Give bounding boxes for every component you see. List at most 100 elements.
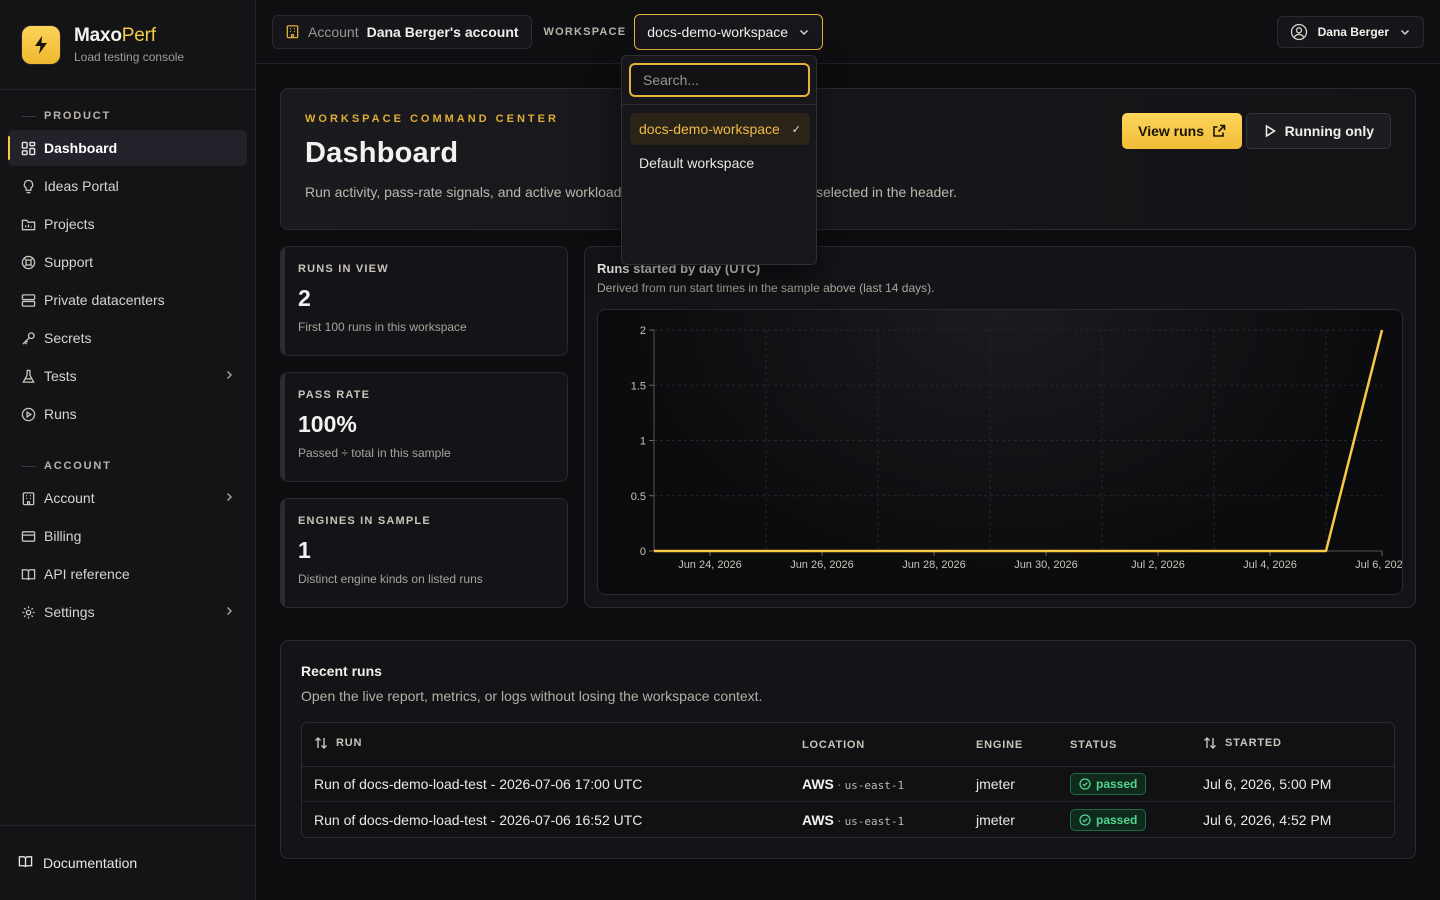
product-section: PRODUCT Dashboard Ideas Portal Projects … (0, 108, 255, 432)
stat-value: 2 (298, 285, 311, 311)
folder-icon (20, 216, 36, 232)
flask-icon (20, 368, 36, 384)
column-run[interactable]: RUN (302, 723, 790, 767)
table-header-row: RUN LOCATION ENGINE STATUS STARTED (302, 723, 1394, 767)
run-status: passed (1058, 767, 1191, 802)
recent-runs-title: Recent runs (301, 663, 382, 679)
running-only-button[interactable]: Running only (1245, 113, 1391, 149)
sidebar-item-label: Account (44, 490, 95, 506)
stat-note: Passed ÷ total in this sample (298, 446, 451, 460)
account-heading: ACCOUNT (0, 458, 255, 474)
chevron-right-icon (223, 604, 235, 620)
y-tick-label: 0.5 (631, 491, 646, 503)
chart-area: 0 0.5 1 1.5 2 Jun 24, 2026 Jun 26, 2026 Jun 28,… (597, 309, 1409, 595)
stat-value: 100% (298, 411, 357, 437)
column-started[interactable]: STARTED (1191, 723, 1394, 767)
run-name[interactable]: Run of docs-demo-load-test - 2026-07-06 … (302, 802, 790, 837)
brand[interactable]: MaxoPerf Load testing console (0, 0, 255, 90)
account-value: Dana Berger's account (366, 23, 519, 40)
x-tick-label: Jun 26, 2026 (790, 559, 854, 571)
documentation-label: Documentation (43, 855, 138, 871)
y-tick-label: 1 (640, 436, 646, 448)
sidebar-item-label: Runs (44, 406, 77, 422)
recent-runs-subtitle: Open the live report, metrics, or logs w… (301, 688, 763, 704)
option-label: docs-demo-workspace (639, 121, 780, 137)
play-circle-icon (20, 406, 36, 422)
workspace-value: docs-demo-workspace (647, 23, 789, 40)
user-menu[interactable]: Dana Berger (1276, 15, 1424, 48)
sidebar-item-runs[interactable]: Runs (8, 396, 247, 432)
stat-value: 1 (298, 537, 311, 563)
account-label: Account (308, 23, 359, 40)
sidebar-item-support[interactable]: Support (8, 244, 247, 280)
y-tick-label: 1.5 (631, 380, 646, 392)
run-started: Jul 6, 2026, 4:52 PM (1203, 811, 1332, 828)
sidebar-item-private-datacenters[interactable]: Private datacenters (8, 282, 247, 318)
account-switcher[interactable]: Account Dana Berger's account (272, 14, 532, 49)
status-badge: passed (1070, 808, 1147, 831)
sidebar-item-ideas-portal[interactable]: Ideas Portal (8, 168, 247, 204)
sidebar-item-label: Ideas Portal (44, 178, 119, 194)
runs-line-chart: 0 0.5 1 1.5 2 Jun 24, 2026 Jun 26, 2026 Jun 28,… (631, 325, 1409, 571)
workspace-label: WORKSPACE (543, 25, 627, 38)
sort-icon (1204, 737, 1216, 749)
run-engine: jmeter (964, 767, 1058, 802)
workspace-select[interactable]: docs-demo-workspace (634, 13, 824, 50)
x-tick-label: Jun 30, 2026 (1014, 559, 1078, 571)
y-tick-label: 2 (640, 325, 646, 337)
book-icon (20, 566, 36, 582)
sidebar-item-secrets[interactable]: Secrets (8, 320, 247, 356)
option-label: Default workspace (639, 155, 755, 171)
stat-label: PASS RATE (298, 389, 371, 401)
documentation-link[interactable]: Documentation (0, 825, 255, 900)
server-icon (20, 292, 36, 308)
stat-card-pass-rate: PASS RATE 100% Passed ÷ total in this sa… (280, 372, 568, 482)
column-status: STATUS (1058, 723, 1191, 767)
sidebar-item-billing[interactable]: Billing (8, 518, 247, 554)
account-section: ACCOUNT Account Billing API reference Se… (0, 458, 255, 630)
sidebar-item-dashboard[interactable]: Dashboard (8, 130, 247, 166)
sidebar-item-label: API reference (44, 566, 130, 582)
hero-panel: WORKSPACE COMMAND CENTER Dashboard Run a… (280, 88, 1416, 230)
sidebar-item-api-reference[interactable]: API reference (8, 556, 247, 592)
brand-name: MaxoPerf (74, 25, 156, 46)
workspace-option-docs-demo[interactable]: docs-demo-workspace ✓ (630, 113, 810, 145)
table-row[interactable]: Run of docs-demo-load-test - 2026-07-06 … (302, 767, 1394, 802)
table-row[interactable]: Run of docs-demo-load-test - 2026-07-06 … (302, 802, 1394, 837)
sidebar-item-settings[interactable]: Settings (8, 594, 247, 630)
check-circle-icon (1079, 813, 1091, 826)
user-avatar-icon (1290, 23, 1308, 41)
user-name: Dana Berger (1317, 24, 1389, 39)
x-tick-label: Jul 2, 2026 (1131, 559, 1185, 571)
view-runs-button[interactable]: View runs (1122, 113, 1242, 149)
check-circle-icon (1079, 778, 1091, 790)
key-icon (20, 330, 36, 346)
stat-label: RUNS IN VIEW (298, 263, 389, 275)
run-started: Jul 6, 2026, 5:00 PM (1191, 767, 1394, 802)
sidebar-item-account[interactable]: Account (8, 480, 247, 516)
credit-card-icon (20, 528, 36, 544)
x-tick-label: Jun 28, 2026 (902, 559, 966, 571)
stat-note: First 100 runs in this workspace (298, 320, 467, 334)
sidebar-item-projects[interactable]: Projects (8, 206, 247, 242)
brand-subtitle: Load testing console (74, 50, 185, 64)
chevron-down-icon (798, 26, 810, 38)
run-status: passed (1058, 802, 1191, 837)
sidebar-item-label: Projects (44, 216, 95, 232)
product-heading: PRODUCT (0, 108, 255, 124)
sidebar-item-label: Private datacenters (44, 292, 165, 308)
chevron-right-icon (223, 368, 235, 384)
runs-by-day-chart-card: Runs started by day (UTC) Derived from r… (584, 246, 1416, 608)
play-icon (1263, 124, 1277, 138)
workspace-search-input[interactable]: Search... (629, 63, 810, 97)
workspace-option-default[interactable]: Default workspace (630, 147, 810, 179)
sidebar-item-label: Dashboard (44, 140, 118, 156)
lightning-bolt-icon (22, 25, 60, 64)
top-header: Account Dana Berger's account WORKSPACE … (256, 0, 1440, 64)
y-tick-label: 0 (640, 546, 646, 558)
recent-runs-table: RUN LOCATION ENGINE STATUS STARTED Run o… (301, 722, 1395, 838)
sidebar-item-tests[interactable]: Tests (8, 358, 247, 394)
sort-icon (315, 737, 327, 749)
dropdown-divider (622, 104, 816, 105)
run-name[interactable]: Run of docs-demo-load-test - 2026-07-06 … (302, 767, 790, 802)
